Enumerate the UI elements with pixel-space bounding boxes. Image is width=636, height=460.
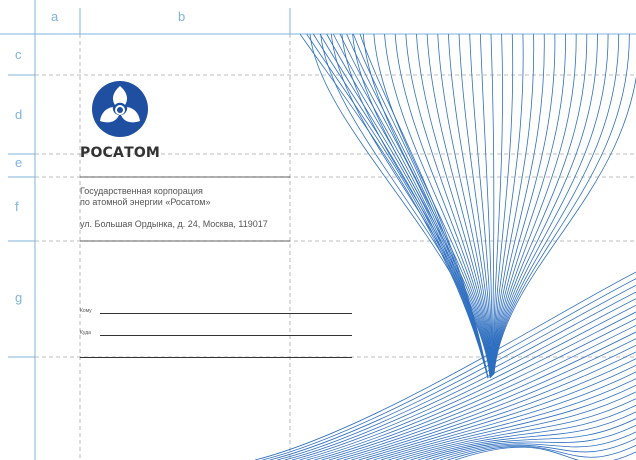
sender-organization: Государственная корпорация по атомной эн…: [80, 186, 290, 208]
wave-line: [490, 33, 495, 376]
wave-line: [352, 33, 491, 378]
sender-org-line-2: по атомной энергии «Росатом»: [80, 197, 211, 207]
wave-line: [326, 33, 489, 379]
address-line[interactable]: [80, 357, 352, 358]
where-label: Куда: [80, 330, 91, 336]
sender-address: ул. Большая Ордынка, д. 24, Москва, 1190…: [80, 219, 268, 229]
to-label: Кому: [80, 308, 92, 314]
column-label-a: a: [51, 9, 59, 24]
column-label-b: b: [178, 9, 186, 24]
row-label-e: e: [15, 155, 23, 170]
row-label-g: g: [15, 290, 23, 305]
wave-line: [352, 33, 489, 379]
layout-background: [0, 0, 636, 460]
sender-org-line-1: Государственная корпорация: [80, 186, 203, 196]
brand-name: РОСАТОМ: [80, 145, 161, 161]
wave-line: [262, 278, 636, 460]
wave-line: [447, 444, 636, 460]
wave-line: [380, 384, 636, 460]
row-label-c: c: [15, 47, 22, 62]
where-line[interactable]: [100, 335, 352, 336]
to-line[interactable]: [100, 313, 352, 314]
envelope-layout: a b c d e f g РОСАТОМ Государственная ко…: [0, 0, 636, 460]
row-label-f: f: [15, 199, 19, 214]
wave-line: [346, 33, 489, 379]
row-label-d: d: [15, 107, 23, 122]
wave-line: [299, 311, 636, 460]
wave-line: [493, 33, 609, 375]
rosatom-logo-icon: [91, 80, 149, 138]
wave-line: [312, 33, 489, 379]
wave-decoration: [254, 33, 636, 460]
